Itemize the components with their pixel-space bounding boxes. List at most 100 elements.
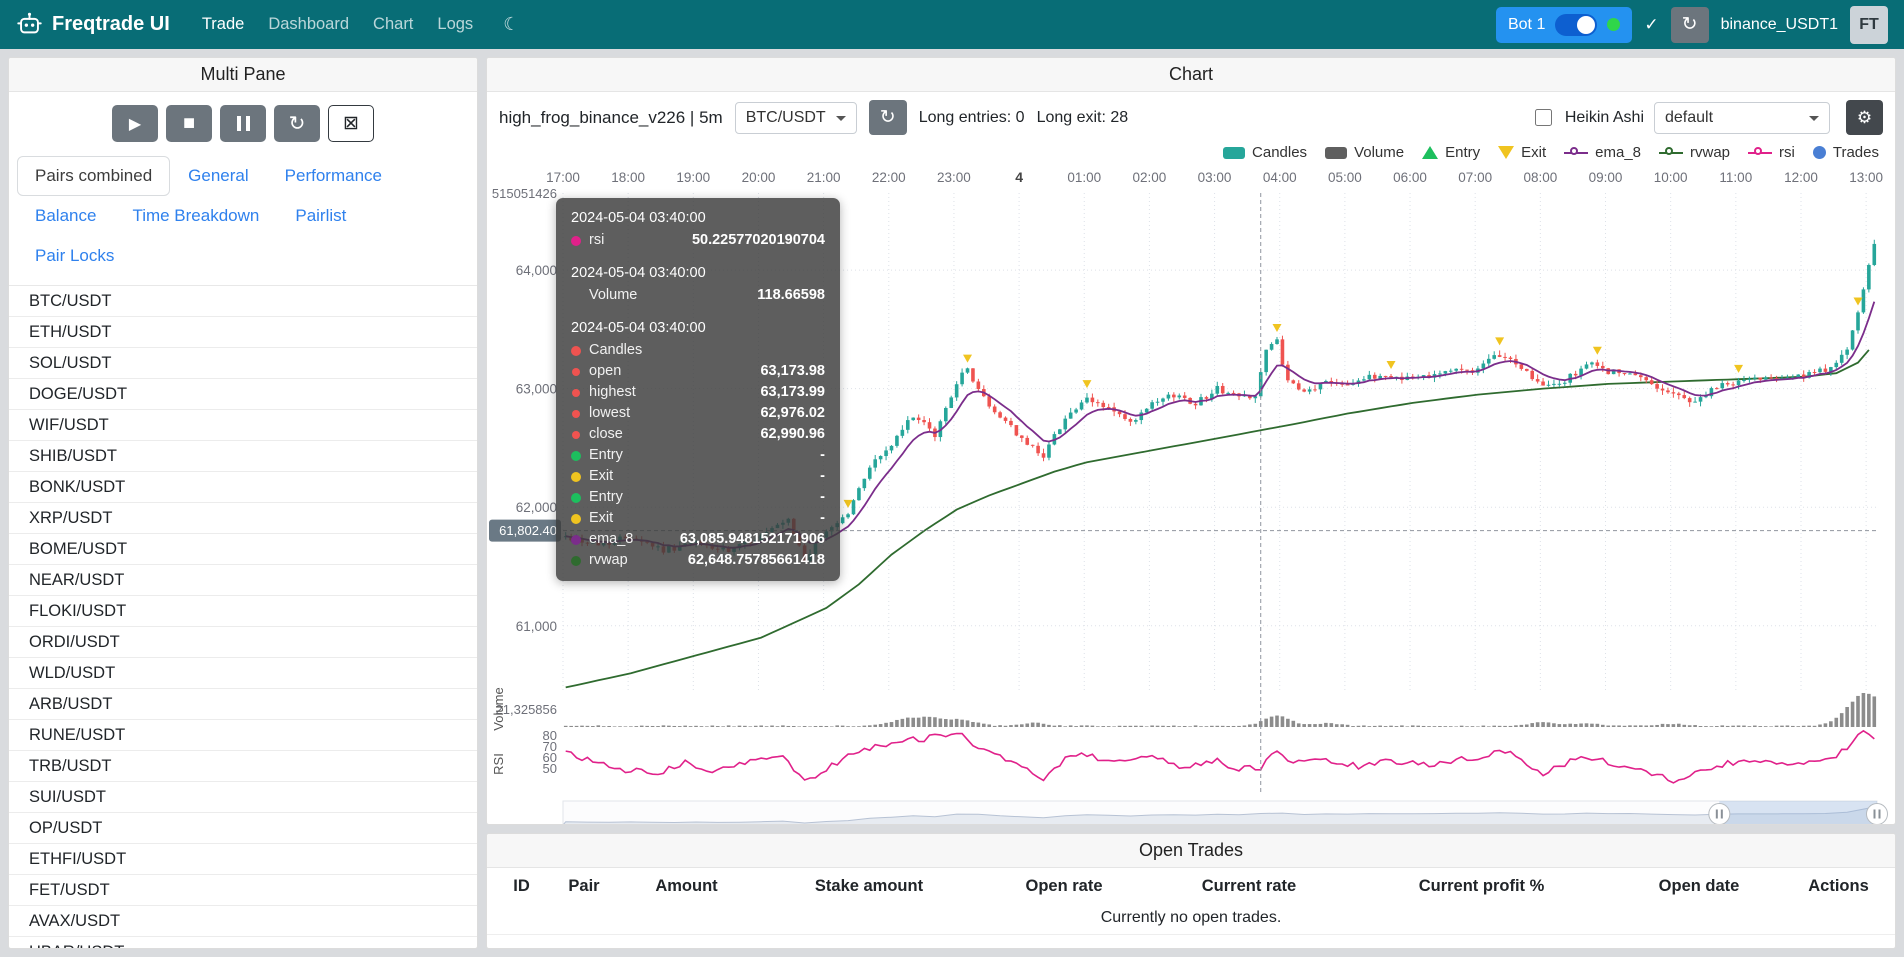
legend-item-trades[interactable]: Trades xyxy=(1813,144,1879,161)
entry-legend-marker xyxy=(1422,146,1438,159)
chart-panel: Chart high_frog_binance_v226 | 5m BTC/US… xyxy=(486,57,1896,825)
bot-label: Bot 1 xyxy=(1508,16,1545,34)
tab-balance[interactable]: Balance xyxy=(17,196,114,236)
rvwap-legend-marker xyxy=(1659,146,1683,159)
bot-control-buttons: ▶ ■ ↻ ⊠ xyxy=(9,92,477,150)
pair-list-item[interactable]: SHIB/USDT xyxy=(9,441,477,472)
svg-text:12:00: 12:00 xyxy=(1784,170,1818,185)
tab-pair-locks[interactable]: Pair Locks xyxy=(17,236,132,276)
tooltip-value: - xyxy=(810,510,825,527)
start-bot-button[interactable]: ▶ xyxy=(112,105,158,142)
bot-online-toggle[interactable] xyxy=(1555,14,1597,36)
pair-list-item[interactable]: TRB/USDT xyxy=(9,751,477,782)
series-marker xyxy=(571,346,581,356)
tooltip-label: open xyxy=(589,363,621,380)
pair-list-item[interactable]: BONK/USDT xyxy=(9,472,477,503)
moon-icon: ☾ xyxy=(503,14,519,34)
svg-text:04:00: 04:00 xyxy=(1263,170,1297,185)
tab-pairlist[interactable]: Pairlist xyxy=(277,196,364,236)
reload-config-button[interactable]: ↻ xyxy=(274,105,320,142)
tooltip-value: - xyxy=(810,447,825,464)
chart-body: Candles Volume Entry Exit ema_8 rvwap rsi Trade… xyxy=(487,137,1895,825)
tooltip-row-highest: highest63,173.99 xyxy=(571,384,825,401)
nav-item-chart[interactable]: Chart xyxy=(361,6,425,43)
legend-item-rsi[interactable]: rsi xyxy=(1748,144,1795,161)
tab-pairs-combined[interactable]: Pairs combined xyxy=(17,156,170,196)
pair-list-item[interactable]: ARB/USDT xyxy=(9,689,477,720)
reload-bot-button[interactable]: ↻ xyxy=(1671,7,1709,43)
chart-column: Chart high_frog_binance_v226 | 5m BTC/US… xyxy=(486,57,1896,949)
svg-text:RSI: RSI xyxy=(491,753,506,775)
tooltip-value: 63,173.98 xyxy=(750,363,825,380)
pair-list-item[interactable]: FET/USDT xyxy=(9,875,477,906)
pair-list-item[interactable]: SUI/USDT xyxy=(9,782,477,813)
pair-list-item[interactable]: OP/USDT xyxy=(9,813,477,844)
tooltip-value: - xyxy=(810,468,825,485)
pair-list-item[interactable]: RUNE/USDT xyxy=(9,720,477,751)
long-exit-label: Long exit: 28 xyxy=(1037,109,1129,127)
pair-list-item[interactable]: AVAX/USDT xyxy=(9,906,477,937)
pair-select[interactable]: BTC/USDT xyxy=(735,102,857,134)
chart-refresh-button[interactable]: ↻ xyxy=(869,100,907,135)
stop-bot-button[interactable]: ■ xyxy=(166,105,212,142)
pair-list-item[interactable]: HBAR/USDT xyxy=(9,937,477,948)
nav-item-trade[interactable]: Trade xyxy=(190,6,257,43)
bot-selector[interactable]: Bot 1 xyxy=(1496,7,1632,43)
legend-item-rvwap[interactable]: rvwap xyxy=(1659,144,1730,161)
legend-item-ema_8[interactable]: ema_8 xyxy=(1564,144,1641,161)
pair-list-item[interactable]: WLD/USDT xyxy=(9,658,477,689)
pair-list-item[interactable]: SOL/USDT xyxy=(9,348,477,379)
forceexit-button[interactable]: ⊠ xyxy=(328,105,374,142)
tooltip-value: 62,648.75785661418 xyxy=(678,552,825,569)
pair-list-item[interactable]: BTC/USDT xyxy=(9,286,477,317)
pair-list-item[interactable]: NEAR/USDT xyxy=(9,565,477,596)
rsi-legend-marker xyxy=(1748,146,1772,159)
tab-general[interactable]: General xyxy=(170,156,266,196)
strategy-timeframe-label: high_frog_binance_v226 | 5m xyxy=(499,108,723,128)
legend-item-candles[interactable]: Candles xyxy=(1223,144,1307,161)
column-header-pair: Pair xyxy=(544,877,624,896)
svg-text:23:00: 23:00 xyxy=(937,170,971,185)
tooltip-row-volume: Volume118.66598 xyxy=(571,287,825,304)
legend-item-exit[interactable]: Exit xyxy=(1498,144,1546,161)
plot-settings-button[interactable]: ⚙ xyxy=(1846,100,1883,135)
svg-text:64,000: 64,000 xyxy=(516,263,557,278)
nav-item-logs[interactable]: Logs xyxy=(425,6,485,43)
pause-bot-button[interactable] xyxy=(220,105,266,142)
pause-icon xyxy=(246,116,250,131)
tab-performance[interactable]: Performance xyxy=(267,156,400,196)
app-brand[interactable]: Freqtrade UI xyxy=(16,11,170,38)
bot-name-label: binance_USDT1 xyxy=(1721,16,1838,34)
svg-text:09:00: 09:00 xyxy=(1589,170,1623,185)
pair-list-item[interactable]: FLOKI/USDT xyxy=(9,596,477,627)
theme-toggle[interactable]: ☾ xyxy=(491,5,531,44)
tooltip-label: highest xyxy=(589,384,636,401)
app-title: Freqtrade UI xyxy=(52,13,170,36)
tooltip-row-exit: Exit- xyxy=(571,468,825,485)
pair-list-item[interactable]: ETHFI/USDT xyxy=(9,844,477,875)
legend-label: ema_8 xyxy=(1595,144,1641,161)
tab-time-breakdown[interactable]: Time Breakdown xyxy=(114,196,277,236)
series-marker xyxy=(571,291,581,301)
pair-list-item[interactable]: ORDI/USDT xyxy=(9,627,477,658)
pause-icon xyxy=(237,116,241,131)
tooltip-value: 118.66598 xyxy=(747,287,825,304)
svg-text:07:00: 07:00 xyxy=(1458,170,1492,185)
heikin-ashi-checkbox[interactable] xyxy=(1535,109,1552,126)
column-header-open-rate: Open rate xyxy=(989,877,1139,896)
pair-list-item[interactable]: DOGE/USDT xyxy=(9,379,477,410)
pair-list-item[interactable]: ETH/USDT xyxy=(9,317,477,348)
nav-item-dashboard[interactable]: Dashboard xyxy=(256,6,361,43)
user-avatar[interactable]: FT xyxy=(1850,6,1888,44)
multi-pane-tabs: Pairs combinedGeneralPerformance BalanceT… xyxy=(9,150,477,276)
svg-text:515051426: 515051426 xyxy=(492,186,557,201)
pair-list-item[interactable]: BOME/USDT xyxy=(9,534,477,565)
legend-item-entry[interactable]: Entry xyxy=(1422,144,1480,161)
tooltip-row-close: close62,990.96 xyxy=(571,426,825,443)
pair-list-item[interactable]: WIF/USDT xyxy=(9,410,477,441)
svg-text:61,802.40: 61,802.40 xyxy=(499,523,557,538)
pair-list-item[interactable]: XRP/USDT xyxy=(9,503,477,534)
tooltip-value: - xyxy=(810,489,825,506)
plot-config-select[interactable]: default xyxy=(1654,102,1830,134)
legend-item-volume[interactable]: Volume xyxy=(1325,144,1404,161)
